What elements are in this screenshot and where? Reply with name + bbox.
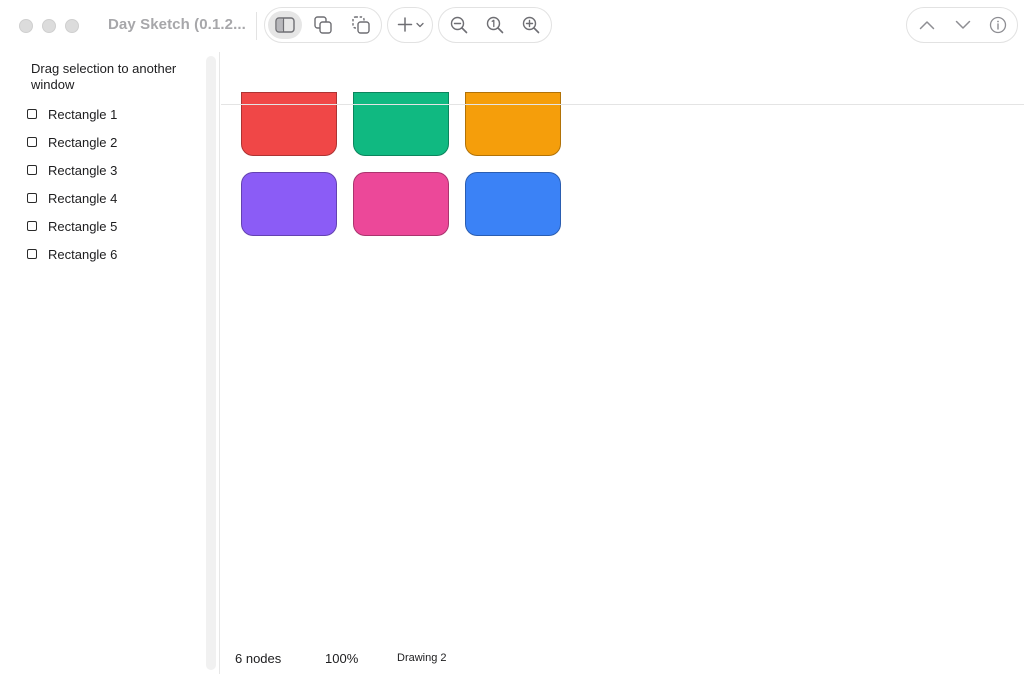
layers-sidebar: Drag selection to another window Rectang…: [0, 52, 220, 674]
app-window: Day Sketch (0.1.2... Drag selection to a…: [0, 0, 1024, 674]
rectangle-icon: [27, 109, 37, 119]
layer-item-label: Rectangle 6: [48, 246, 118, 262]
layer-list: Rectangle 1 Rectangle 2 Rectangle 3 Rect…: [0, 100, 205, 268]
toolbar: Day Sketch (0.1.2...: [0, 0, 1024, 52]
window-title: Day Sketch (0.1.2...: [108, 16, 246, 33]
canvas-top-divider: [221, 104, 1024, 105]
status-bar: 6 nodes 100% Drawing 2: [221, 642, 1024, 674]
rectangle-icon: [27, 249, 37, 259]
zoom-in-icon: [522, 16, 540, 34]
sidebar-icon: [275, 17, 295, 33]
zoom-out-icon: [450, 16, 468, 34]
rectangle-icon: [27, 165, 37, 175]
rectangle-1-shape[interactable]: [241, 92, 337, 156]
next-button[interactable]: [946, 11, 980, 39]
rectangle-icon: [27, 137, 37, 147]
minimize-window-button[interactable]: [42, 19, 56, 33]
info-button[interactable]: [981, 11, 1015, 39]
copy-button[interactable]: [344, 11, 378, 39]
layer-item[interactable]: Rectangle 2: [0, 128, 205, 156]
zoom-window-button[interactable]: [65, 19, 79, 33]
rectangle-icon: [27, 193, 37, 203]
chevron-up-icon: [919, 21, 935, 30]
document-name: Drawing 2: [397, 652, 447, 664]
navigation-button-group: [906, 7, 1018, 43]
sidebar-scrollbar[interactable]: [206, 56, 216, 670]
drawing-canvas[interactable]: 6 nodes 100% Drawing 2: [221, 52, 1024, 674]
duplicate-button[interactable]: [306, 11, 340, 39]
layer-item-label: Rectangle 4: [48, 190, 118, 206]
duplicate-icon: [314, 16, 332, 34]
zoom-button-group: [438, 7, 552, 43]
zoom-level[interactable]: 100%: [325, 651, 397, 666]
layer-item[interactable]: Rectangle 1: [0, 100, 205, 128]
zoom-actual-size-button[interactable]: [478, 11, 512, 39]
chevron-down-icon: [955, 20, 971, 29]
layer-item[interactable]: Rectangle 6: [0, 240, 205, 268]
copy-icon: [352, 16, 370, 34]
rectangle-3-shape[interactable]: [465, 92, 561, 156]
plus-icon: [397, 17, 412, 32]
zoom-out-button[interactable]: [442, 11, 476, 39]
rectangle-4-shape[interactable]: [241, 172, 337, 236]
layer-item[interactable]: Rectangle 4: [0, 184, 205, 212]
zoom-actual-icon: [486, 16, 504, 34]
chevron-down-icon: [415, 22, 424, 28]
layer-item-label: Rectangle 2: [48, 134, 118, 150]
layer-item-label: Rectangle 3: [48, 162, 118, 178]
toggle-sidebar-button[interactable]: [268, 11, 302, 39]
info-icon: [989, 16, 1007, 34]
sidebar-hint: Drag selection to another window: [31, 61, 177, 92]
layer-item-label: Rectangle 1: [48, 106, 118, 122]
rectangle-icon: [27, 221, 37, 231]
layer-item[interactable]: Rectangle 3: [0, 156, 205, 184]
rectangle-6-shape[interactable]: [465, 172, 561, 236]
zoom-in-button[interactable]: [514, 11, 548, 39]
view-button-group: [264, 7, 382, 43]
previous-button[interactable]: [910, 11, 944, 39]
close-window-button[interactable]: [19, 19, 33, 33]
add-menu-button[interactable]: [387, 7, 433, 43]
layer-item[interactable]: Rectangle 5: [0, 212, 205, 240]
add-button[interactable]: [391, 11, 429, 39]
layer-item-label: Rectangle 5: [48, 218, 118, 234]
rectangle-5-shape[interactable]: [353, 172, 449, 236]
node-count: 6 nodes: [235, 650, 282, 666]
rectangle-2-shape[interactable]: [353, 92, 449, 156]
toolbar-divider: [256, 12, 257, 40]
